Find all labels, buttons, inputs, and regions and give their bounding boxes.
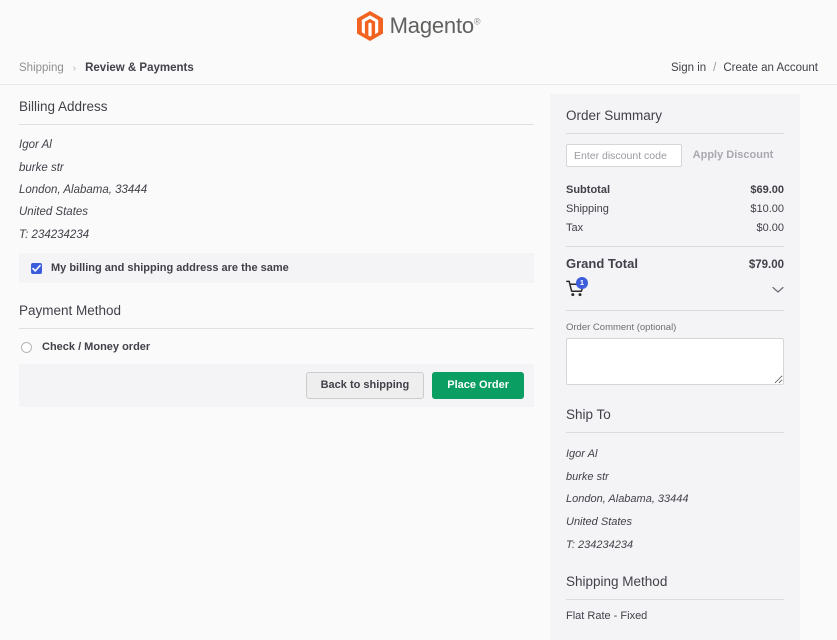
billing-address-text: Igor Al burke str London, Alabama, 33444… [19, 134, 534, 246]
total-value: $0.00 [756, 222, 784, 234]
cart-item-count-badge: 1 [576, 277, 588, 289]
checkout-layout: Billing Address Igor Al burke str London… [0, 85, 837, 640]
authentication-links: Sign in / Create an Account [671, 62, 818, 74]
order-comment-textarea[interactable] [566, 338, 784, 385]
grand-total-row: Grand Total $79.00 [566, 256, 784, 271]
breadcrumb-step-review-payments: Review & Payments [85, 62, 194, 74]
billing-address-line: T: 234234234 [19, 224, 534, 246]
create-account-link[interactable]: Create an Account [723, 62, 818, 74]
payment-method-title: Payment Method [19, 303, 534, 329]
shipping-method-title: Shipping Method [566, 574, 784, 600]
billing-address-section: Billing Address Igor Al burke str London… [19, 99, 534, 283]
ship-to-address-line: Igor Al [566, 443, 784, 466]
total-row-tax: Tax $0.00 [566, 218, 784, 237]
payment-method-option-check-money-order[interactable]: Check / Money order [19, 337, 534, 355]
total-label: Tax [566, 222, 583, 234]
total-value: $69.00 [750, 184, 784, 196]
ship-to-title: Ship To [566, 407, 784, 433]
discount-code-form: Apply Discount [566, 144, 784, 167]
billing-same-as-shipping-checkbox[interactable] [31, 263, 42, 274]
ship-to-section: Ship To Igor Al burke str London, Alabam… [566, 407, 784, 556]
total-row-shipping: Shipping $10.00 [566, 199, 784, 218]
total-label: Subtotal [566, 184, 610, 196]
total-value: $10.00 [750, 203, 784, 215]
registered-trademark: ® [474, 17, 480, 27]
billing-address-line: burke str [19, 157, 534, 179]
order-summary-sidebar: Order Summary Apply Discount Subtotal $6… [550, 94, 800, 640]
shipping-method-section: Shipping Method Flat Rate - Fixed [566, 574, 784, 622]
shopping-cart-icon: 1 [566, 280, 590, 300]
sign-in-link[interactable]: Sign in [671, 62, 706, 74]
order-comment-section: Order Comment (optional) [566, 311, 784, 385]
magento-logo[interactable]: Magento® [357, 11, 481, 41]
payment-method-section: Payment Method Check / Money order Back … [19, 303, 534, 407]
checkout-main-column: Billing Address Igor Al burke str London… [19, 85, 534, 407]
chevron-down-icon[interactable] [772, 281, 784, 299]
billing-address-line: Igor Al [19, 134, 534, 156]
apply-discount-button[interactable]: Apply Discount [682, 144, 784, 167]
billing-address-line: London, Alabama, 33444 [19, 179, 534, 201]
billing-same-as-shipping-label: My billing and shipping address are the … [51, 262, 289, 274]
payment-actions-toolbar: Back to shipping Place Order [19, 364, 534, 407]
place-order-button[interactable]: Place Order [432, 372, 524, 399]
payment-method-label: Check / Money order [42, 341, 150, 353]
total-label: Shipping [566, 203, 609, 215]
breadcrumb-separator-icon: › [73, 63, 76, 74]
auth-separator: / [713, 62, 716, 74]
back-to-shipping-button[interactable]: Back to shipping [306, 372, 425, 399]
grand-total-label: Grand Total [566, 256, 638, 271]
grand-total-value: $79.00 [749, 259, 784, 271]
order-totals-list: Subtotal $69.00 Shipping $10.00 Tax $0.0… [566, 180, 784, 237]
magento-logo-icon [357, 11, 383, 41]
billing-same-as-shipping-row[interactable]: My billing and shipping address are the … [31, 262, 522, 274]
payment-method-radio[interactable] [21, 342, 32, 353]
ship-to-address-line: London, Alabama, 33444 [566, 488, 784, 511]
ship-to-address-text: Igor Al burke str London, Alabama, 33444… [566, 443, 784, 556]
ship-to-address-line: United States [566, 511, 784, 534]
discount-code-input[interactable] [566, 144, 682, 167]
order-comment-label: Order Comment (optional) [566, 322, 784, 333]
billing-address-title: Billing Address [19, 99, 534, 125]
billing-same-as-shipping-band: My billing and shipping address are the … [19, 253, 534, 283]
billing-address-line: United States [19, 201, 534, 223]
checkout-progress-bar: Shipping › Review & Payments Sign in / C… [0, 52, 837, 85]
checkmark-icon [32, 264, 41, 273]
cart-items-toggle[interactable]: 1 [566, 271, 784, 311]
ship-to-address-line: burke str [566, 466, 784, 489]
magento-logo-text: Magento® [390, 13, 481, 39]
ship-to-address-line: T: 234234234 [566, 534, 784, 557]
breadcrumb: Shipping › Review & Payments [19, 62, 194, 74]
page-header: Magento® [0, 0, 837, 52]
total-row-subtotal: Subtotal $69.00 [566, 180, 784, 199]
grand-total-divider [566, 246, 784, 247]
order-summary-title: Order Summary [566, 108, 784, 134]
breadcrumb-step-shipping[interactable]: Shipping [19, 62, 64, 74]
shipping-method-value: Flat Rate - Fixed [566, 610, 784, 622]
